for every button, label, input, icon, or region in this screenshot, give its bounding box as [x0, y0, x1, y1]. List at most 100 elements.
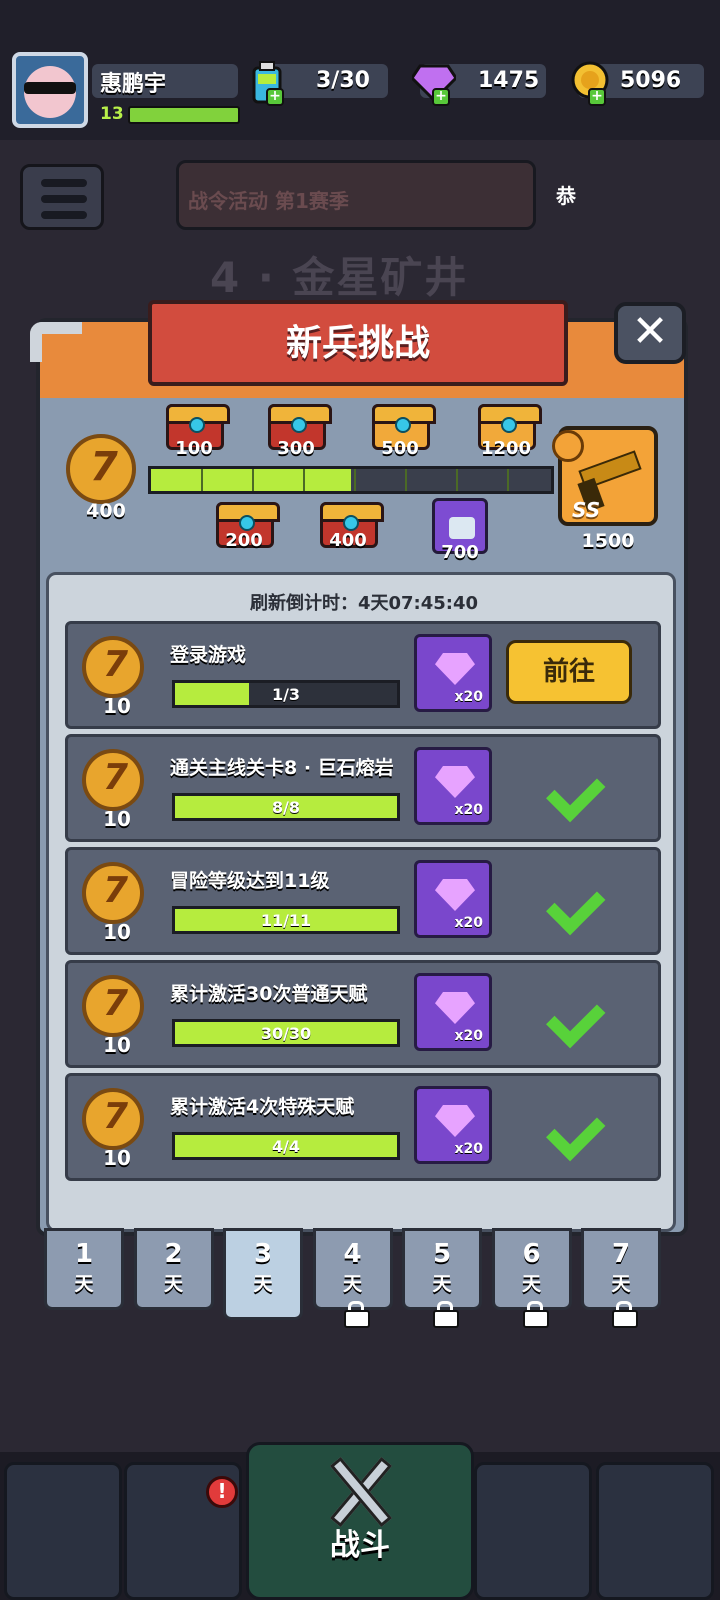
banner-side-text: 恭: [556, 184, 576, 208]
menu-icon: [41, 179, 87, 187]
gem-reward-box[interactable]: x20: [414, 1086, 492, 1164]
day-unit: 天: [611, 1273, 631, 1295]
track-segment: [507, 469, 509, 491]
day-tab-7[interactable]: 7天: [581, 1228, 661, 1328]
day-tab-6[interactable]: 6天: [491, 1228, 572, 1328]
task-list[interactable]: 刷新倒计时：4天07:45:40 7 10 登录游戏 1/3 x20 前往 7 10 通关主线关…: [46, 572, 676, 1232]
task-progress-text: 4/4: [271, 1137, 301, 1156]
medal-icon: 7: [82, 975, 144, 1037]
task-row: 7 10 累计激活4次特殊天赋 4/4 x20: [65, 1073, 661, 1181]
gem-icon: [435, 992, 475, 1024]
track-segment: [354, 469, 356, 491]
chest-value: 1200: [480, 438, 532, 459]
task-progress-text: 30/30: [260, 1024, 312, 1043]
player-avatar[interactable]: [12, 52, 88, 128]
track-segment: [456, 469, 458, 491]
chest-value: 300: [277, 438, 315, 459]
reward-quantity: x20: [454, 915, 483, 931]
stage-title: 4 · 金星矿井: [210, 253, 469, 302]
task-progress-bar: 30/30: [172, 1019, 400, 1047]
day-tab-3[interactable]: 3天: [223, 1228, 303, 1320]
track-segment: [303, 469, 305, 491]
day-number: 4: [343, 1239, 362, 1269]
medal-seven-glyph: 7: [103, 983, 129, 1024]
energy-value: 3/30: [316, 68, 370, 93]
refresh-countdown: 刷新倒计时：4天07:45:40: [249, 593, 479, 614]
reward-track-fill: [151, 469, 351, 491]
reward-quantity: x20: [454, 1141, 483, 1157]
menu-button[interactable]: [20, 164, 104, 230]
track-medal-value: 400: [86, 500, 126, 522]
crossed-swords-icon: [320, 1456, 400, 1528]
task-medal-value: 10: [103, 694, 131, 718]
reward-track-bar: [148, 466, 554, 494]
day-tab-2[interactable]: 2天: [133, 1228, 214, 1310]
chest-value: 200: [225, 530, 263, 551]
gem-reward-box[interactable]: x20: [414, 973, 492, 1051]
task-row: 7 10 累计激活30次普通天赋 30/30 x20: [65, 960, 661, 1068]
menu-icon-line: [41, 195, 87, 203]
task-progress-text: 1/3: [271, 685, 301, 704]
add-energy-button[interactable]: +: [266, 88, 284, 106]
medal-icon: 7: [82, 862, 144, 924]
day-unit: 天: [521, 1273, 541, 1295]
task-progress-bar: 1/3: [172, 680, 400, 708]
task-medal-value: 10: [103, 807, 131, 831]
medal-icon: 7: [82, 749, 144, 811]
add-gems-button[interactable]: +: [432, 88, 450, 106]
reward-quantity: x20: [454, 689, 483, 705]
lock-icon: [522, 1301, 549, 1328]
gem-reward-box[interactable]: x20: [414, 860, 492, 938]
alert-badge: !: [206, 1476, 238, 1508]
task-progress-bar: 8/8: [172, 793, 400, 821]
armor-reward-value: 700: [441, 542, 479, 563]
nav-talent-button[interactable]: [596, 1462, 714, 1600]
gems-value: 1475: [478, 68, 540, 93]
task-title: 通关主线关卡8 · 巨石熔岩: [170, 757, 394, 779]
medal-seven-glyph: 7: [103, 644, 129, 685]
day-tab-1[interactable]: 1天: [44, 1228, 124, 1310]
day-unit: 天: [74, 1273, 94, 1295]
close-button[interactable]: ✕: [614, 302, 686, 364]
day-number: 3: [253, 1239, 273, 1269]
task-title: 累计激活30次普通天赋: [170, 983, 368, 1005]
medal-seven-glyph: 7: [103, 757, 129, 798]
task-title: 累计激活4次特殊天赋: [170, 1096, 355, 1118]
go-button[interactable]: 前往: [506, 640, 632, 704]
coins-value: 5096: [620, 68, 682, 93]
gem-icon: [435, 1105, 475, 1137]
gem-reward-box[interactable]: x20: [414, 634, 492, 712]
day-tab-5[interactable]: 5天: [402, 1228, 482, 1328]
player-name: 惠鹏宇: [100, 72, 167, 97]
task-title: 冒险等级达到11级: [170, 870, 330, 892]
gem-icon: [435, 879, 475, 911]
track-segment: [252, 469, 254, 491]
day-number: 2: [164, 1239, 183, 1269]
checkmark-icon: [538, 991, 602, 1035]
task-progress-bar: 11/11: [172, 906, 400, 934]
nav-armor-button[interactable]: [4, 1462, 122, 1600]
medal-icon: 7: [82, 636, 144, 698]
gem-icon: [435, 766, 475, 798]
armor-icon: [449, 517, 475, 539]
medal-icon: 7: [66, 434, 136, 504]
task-progress-text: 8/8: [271, 798, 301, 817]
add-coins-button[interactable]: +: [588, 88, 606, 106]
day-tab-4[interactable]: 4天: [312, 1228, 393, 1328]
day-number: 7: [611, 1239, 631, 1269]
task-progress-bar: 4/4: [172, 1132, 400, 1160]
day-unit: 天: [342, 1273, 362, 1295]
day-number: 1: [74, 1239, 94, 1269]
day-number: 6: [522, 1239, 541, 1269]
track-segment: [405, 469, 407, 491]
rarity-tag: SS: [572, 498, 601, 522]
day-unit: 天: [163, 1273, 183, 1295]
chest-value: 100: [175, 438, 213, 459]
medal-seven-glyph: 7: [90, 444, 118, 490]
nav-shop-button[interactable]: [474, 1462, 592, 1600]
pipe-decoration: [30, 322, 82, 362]
event-banner-text: 战令活动 第1赛季: [188, 189, 349, 213]
day-unit: 天: [253, 1273, 273, 1295]
chest-value: 500: [381, 438, 419, 459]
gem-reward-box[interactable]: x20: [414, 747, 492, 825]
